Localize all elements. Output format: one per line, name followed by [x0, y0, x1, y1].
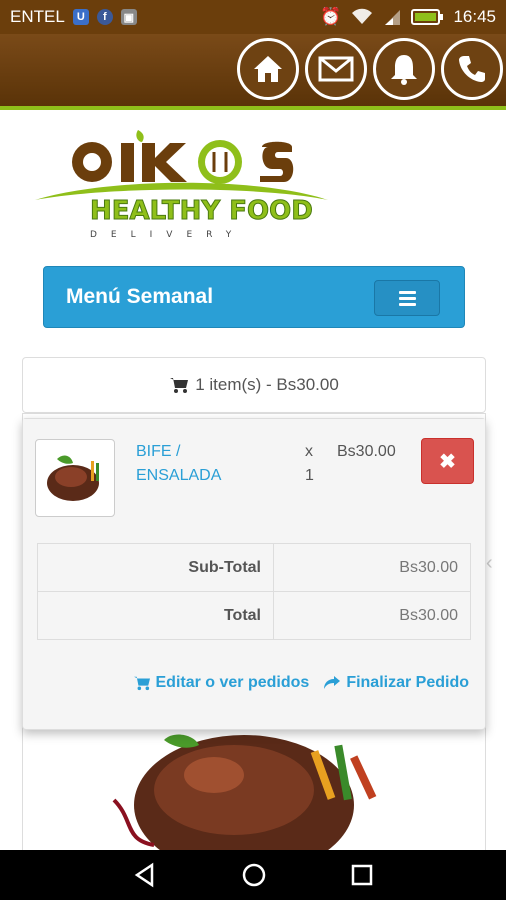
logo-subline: DELIVERY: [90, 230, 245, 240]
close-icon: ✖: [439, 450, 456, 473]
notifications-button[interactable]: [373, 38, 435, 100]
status-bar: ENTEL U f ▣ ⏰ 16:45: [0, 0, 506, 34]
notification-app-icon: U: [72, 9, 89, 25]
mail-button[interactable]: [305, 38, 367, 100]
menu-toggle-button[interactable]: [374, 280, 440, 316]
carousel-next-icon[interactable]: ‹: [486, 552, 493, 575]
shopping-cart-icon: [170, 378, 189, 393]
share-arrow-icon: [324, 676, 341, 689]
total-label: Total: [37, 591, 274, 640]
home-icon: [254, 56, 282, 82]
back-icon[interactable]: [132, 862, 158, 888]
cart-item-qty-value: 1: [305, 467, 314, 484]
alarm-icon: ⏰: [320, 7, 342, 26]
product-image[interactable]: [94, 730, 414, 852]
cart-totals-table: Sub-Total Bs30.00 Total Bs30.00: [37, 543, 471, 640]
cart-actions: Editar o ver pedidos Finalizar Pedido: [23, 669, 485, 697]
battery-icon: [411, 9, 444, 25]
cart-item-thumbnail[interactable]: [35, 439, 115, 517]
cart-item-name-line1[interactable]: BIFE /: [136, 440, 221, 464]
wifi-icon: [352, 8, 373, 24]
edit-orders-label[interactable]: Editar o ver pedidos: [156, 674, 310, 692]
oikos-logo-graphic: HEALTHY FOOD DELIVERY: [35, 130, 328, 240]
cart-item-row: BIFE / ENSALADA x 1 Bs30.00 ✖: [23, 419, 485, 529]
table-row: Sub-Total Bs30.00: [37, 543, 471, 592]
system-navigation-bar: [0, 850, 506, 900]
menu-navbar: Menú Semanal: [43, 266, 465, 328]
cart-item-price: Bs30.00: [337, 443, 396, 460]
remove-item-button[interactable]: ✖: [421, 438, 474, 484]
cart-button[interactable]: 1 item(s) - Bs30.00: [22, 357, 486, 413]
checkout-label[interactable]: Finalizar Pedido: [346, 674, 469, 692]
oikos-logo[interactable]: HEALTHY FOOD DELIVERY: [30, 122, 330, 242]
home-button[interactable]: [237, 38, 299, 100]
recents-icon[interactable]: [350, 863, 374, 887]
subtotal-value: Bs30.00: [273, 543, 471, 592]
app-header: [0, 34, 506, 110]
cart-dropdown: BIFE / ENSALADA x 1 Bs30.00 ✖ Sub-Total …: [22, 418, 486, 730]
hamburger-icon-bar: [398, 302, 416, 306]
checkout-link[interactable]: Finalizar Pedido: [323, 669, 469, 697]
cart-summary: 1 item(s) - Bs30.00: [195, 375, 339, 394]
phone-icon: [459, 56, 485, 82]
image-icon: ▣: [120, 9, 137, 25]
mail-icon: [318, 56, 354, 82]
signal-icon: [385, 10, 401, 25]
hamburger-icon: [398, 290, 416, 294]
phone-button[interactable]: [441, 38, 503, 100]
cart-item-name-line2[interactable]: ENSALADA: [136, 464, 221, 488]
total-value: Bs30.00: [273, 591, 471, 640]
carrier-label: ENTEL: [10, 7, 65, 26]
logo-tagline: HEALTHY FOOD: [90, 196, 313, 226]
clock-time: 16:45: [453, 7, 496, 26]
cart-item-quantity: x 1: [305, 440, 314, 488]
cart-item-qty-x: x: [305, 443, 313, 460]
bell-icon: [391, 55, 417, 85]
table-row: Total Bs30.00: [37, 591, 471, 640]
cart-item-name[interactable]: BIFE / ENSALADA: [136, 440, 221, 488]
menu-title[interactable]: Menú Semanal: [66, 285, 213, 309]
edit-orders-link[interactable]: Editar o ver pedidos: [133, 669, 310, 697]
hamburger-icon-bar: [398, 296, 416, 300]
subtotal-label: Sub-Total: [37, 543, 274, 592]
facebook-icon: f: [96, 9, 113, 25]
shopping-cart-icon: [133, 676, 150, 691]
home-circle-icon[interactable]: [241, 862, 267, 888]
